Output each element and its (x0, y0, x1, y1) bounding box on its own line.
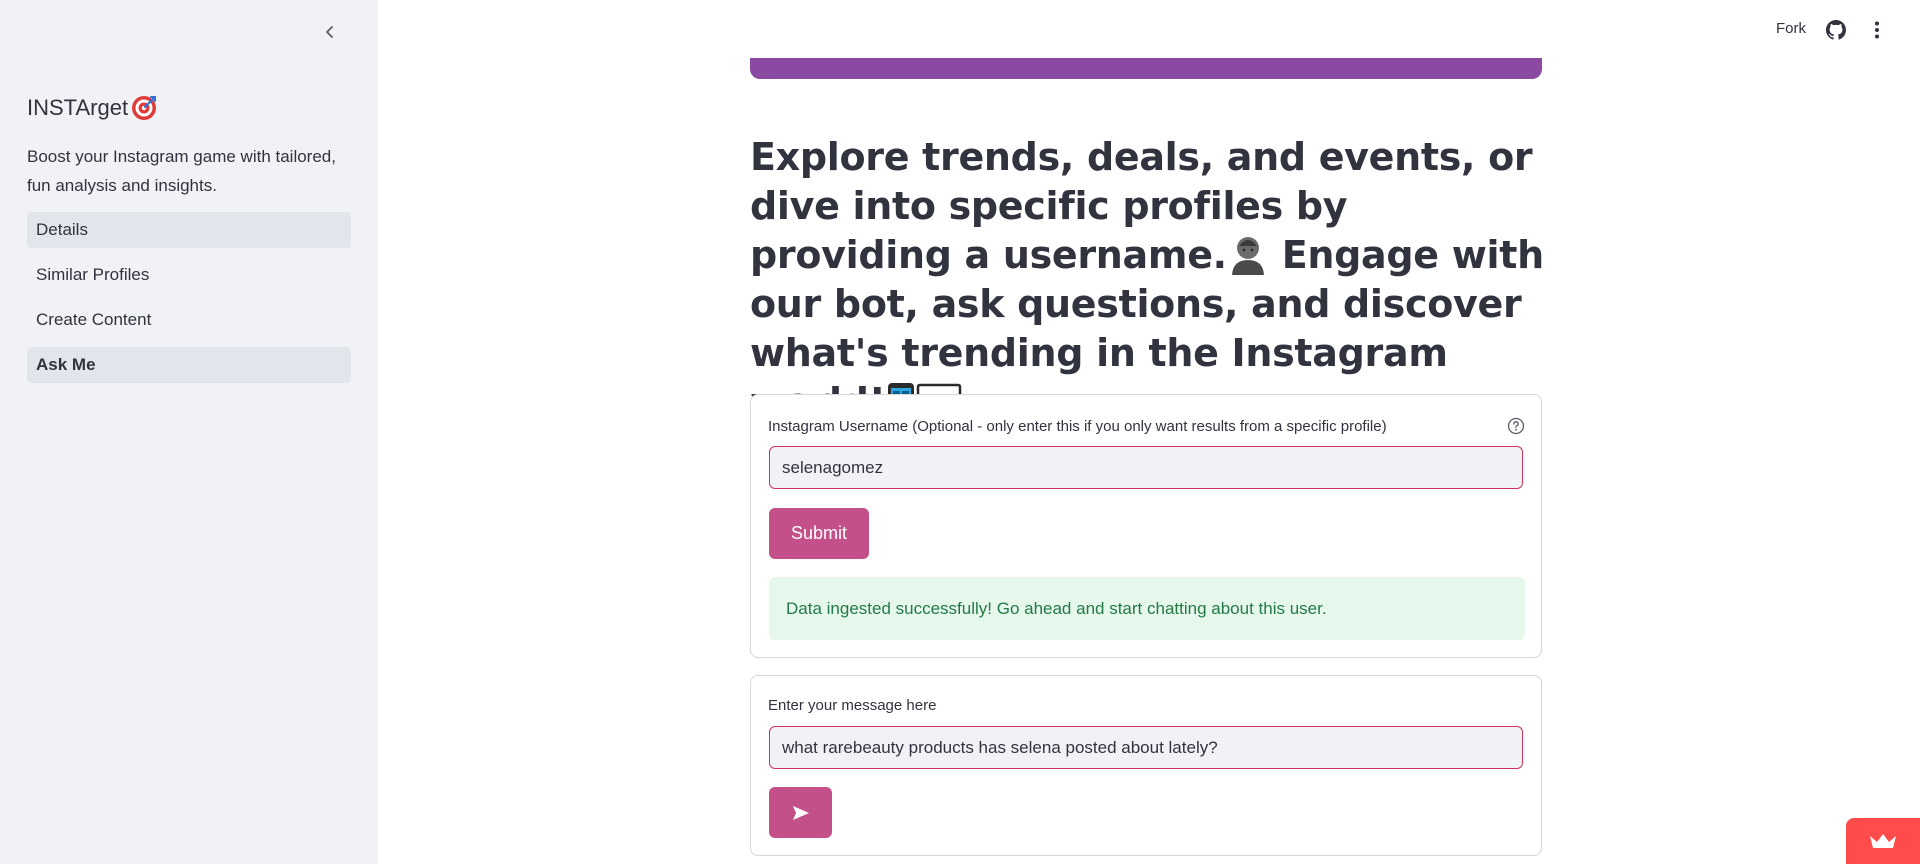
app-title: INSTArget (27, 94, 158, 122)
username-form: Instagram Username (Optional - only ente… (750, 394, 1542, 658)
help-icon[interactable] (1507, 417, 1525, 435)
app-title-text: INSTArget (27, 95, 129, 120)
sidebar-item-create-content[interactable]: Create Content (27, 302, 351, 338)
github-icon[interactable] (1826, 20, 1846, 40)
chevron-left-icon (326, 26, 333, 38)
sidebar-item-label: Similar Profiles (36, 265, 150, 284)
sidebar-item-label: Ask Me (36, 355, 96, 374)
send-button[interactable] (769, 787, 832, 838)
sidebar-nav: Details Similar Profiles Create Content … (27, 212, 351, 392)
sidebar-item-similar-profiles[interactable]: Similar Profiles (27, 257, 351, 293)
username-label: Instagram Username (Optional - only ente… (768, 418, 1387, 435)
fork-link[interactable]: Fork (1776, 20, 1806, 37)
person-icon (1231, 237, 1264, 275)
username-input[interactable] (769, 446, 1523, 489)
message-input[interactable] (769, 726, 1523, 769)
sidebar: INSTArget Boost your Instagram game with… (0, 0, 378, 864)
vertical-dots-icon (1875, 21, 1879, 39)
app-description: Boost your Instagram game with tailored,… (27, 147, 336, 195)
success-alert: Data ingested successfully! Go ahead and… (769, 577, 1525, 640)
submit-button[interactable]: Submit (769, 508, 869, 559)
page-headline: Explore trends, deals, and events, or di… (750, 133, 1550, 427)
chat-form: Enter your message here (750, 675, 1542, 856)
crown-icon (1870, 834, 1896, 848)
message-label: Enter your message here (768, 697, 937, 714)
sidebar-item-ask-me[interactable]: Ask Me (27, 347, 351, 383)
sidebar-item-label: Details (36, 220, 88, 239)
sidebar-item-label: Create Content (36, 310, 152, 329)
collapse-sidebar-button[interactable] (316, 18, 344, 46)
send-arrow-icon (792, 805, 809, 820)
streamlit-badge[interactable] (1846, 818, 1920, 864)
header-banner (750, 58, 1542, 79)
main-menu-button[interactable] (1867, 19, 1887, 41)
success-message: Data ingested successfully! Go ahead and… (786, 598, 1327, 618)
target-icon (132, 96, 157, 120)
sidebar-item-details[interactable]: Details (27, 212, 351, 248)
